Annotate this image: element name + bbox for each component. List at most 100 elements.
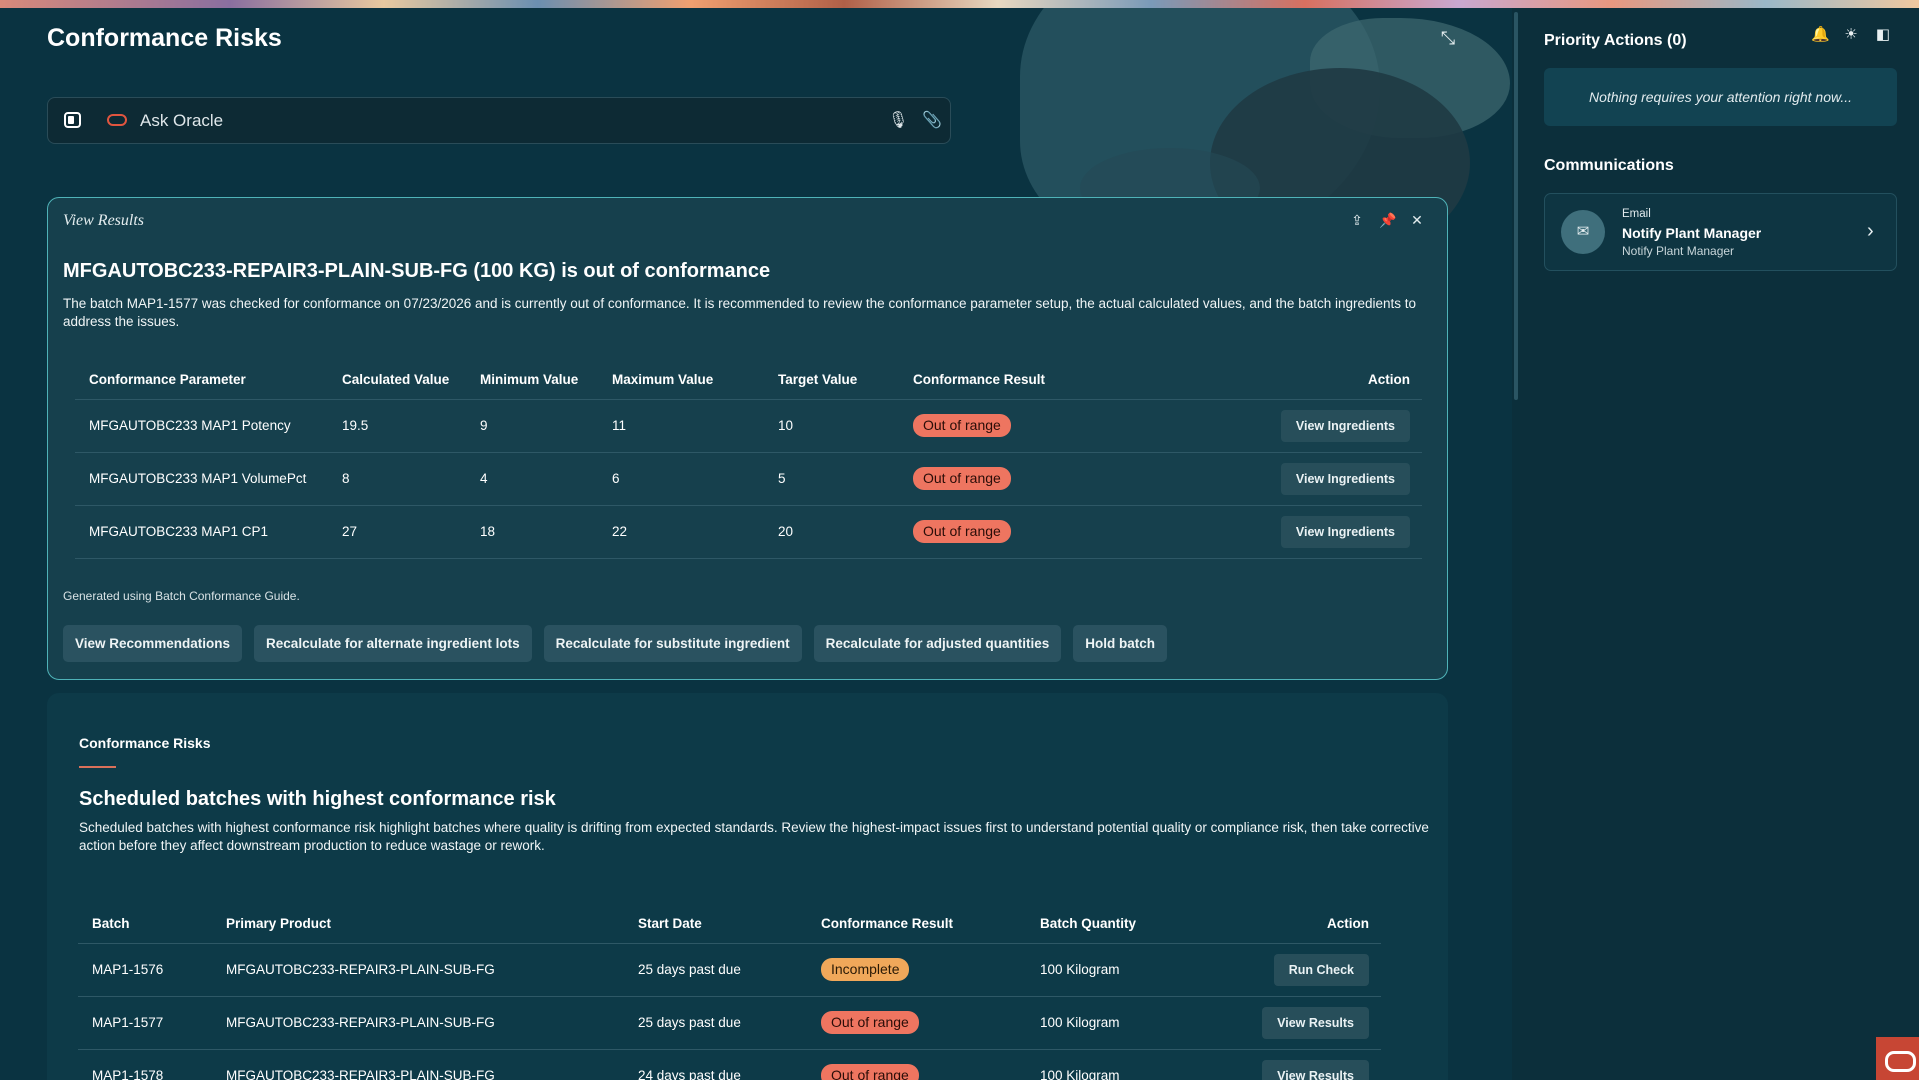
priority-actions-title: Priority Actions (0) <box>1544 32 1687 49</box>
results-description: The batch MAP1-1577 was checked for conf… <box>63 296 1417 329</box>
recalculate-alternate-lots-button[interactable]: Recalculate for alternate ingredient lot… <box>254 625 532 662</box>
panel-title: View Results <box>63 212 145 229</box>
batches-table: Batch Primary Product Start Date Conform… <box>78 905 1381 1080</box>
calculated-cell: 27 <box>328 505 466 559</box>
recalculate-substitute-button[interactable]: Recalculate for substitute ingredient <box>543 625 802 662</box>
oracle-assistant-button[interactable] <box>1876 1037 1919 1080</box>
close-icon[interactable]: ✕ <box>1409 212 1425 228</box>
view-results-panel: View Results ⇪ 📌 ✕ MFGAUTOBC233-REPAIR3-… <box>47 197 1448 680</box>
column-header: Conformance Result <box>899 361 1102 400</box>
column-header: Start Date <box>624 905 807 944</box>
action-cell: View Results <box>1216 1049 1381 1080</box>
product-cell: MFGAUTOBC233-REPAIR3-PLAIN-SUB-FG <box>212 1049 624 1080</box>
target-cell: 20 <box>764 505 899 559</box>
view-recommendations-button[interactable]: View Recommendations <box>63 625 243 662</box>
status-badge: Out of range <box>913 520 1011 543</box>
product-cell: MFGAUTOBC233-REPAIR3-PLAIN-SUB-FG <box>212 943 624 997</box>
communication-card[interactable]: ✉ Email Notify Plant Manager Notify Plan… <box>1544 193 1897 271</box>
share-icon[interactable]: ⇪ <box>1349 212 1365 228</box>
start-date-cell: 25 days past due <box>624 996 807 1050</box>
microphone-icon[interactable]: 🎙 <box>888 110 908 130</box>
minimum-cell: 4 <box>466 452 598 506</box>
collapse-icon[interactable]: ⤡ <box>1436 26 1460 50</box>
maximum-cell: 11 <box>598 399 764 453</box>
table-row: MFGAUTOBC233 MAP1 Potency 19.5 9 11 10 O… <box>75 399 1422 453</box>
view-results-button[interactable]: View Results <box>1262 1006 1369 1039</box>
conformance-parameters-table: Conformance Parameter Calculated Value M… <box>75 361 1422 559</box>
view-ingredients-button[interactable]: View Ingredients <box>1280 409 1410 442</box>
sun-icon[interactable]: ☀ <box>1843 26 1859 44</box>
column-header: Minimum Value <box>466 361 598 400</box>
start-date-cell: 25 days past due <box>624 943 807 997</box>
generated-note: Generated using Batch Conformance Guide. <box>63 589 300 603</box>
panel-toggle-icon[interactable]: ◧ <box>1875 26 1891 44</box>
column-header: Batch <box>78 905 212 944</box>
minimum-cell: 18 <box>466 505 598 559</box>
risks-heading: Scheduled batches with highest conforman… <box>79 788 556 810</box>
table-row: MAP1-1578 MFGAUTOBC233-REPAIR3-PLAIN-SUB… <box>78 1049 1381 1080</box>
table-row: MAP1-1576 MFGAUTOBC233-REPAIR3-PLAIN-SUB… <box>78 943 1381 997</box>
status-badge: Incomplete <box>821 958 910 981</box>
bell-icon[interactable]: 🔔 <box>1811 26 1830 44</box>
action-cell: View Ingredients <box>1102 505 1422 559</box>
calculated-cell: 19.5 <box>328 399 466 453</box>
batch-cell: MAP1-1576 <box>78 943 212 997</box>
communications-title: Communications <box>1544 157 1674 174</box>
view-ingredients-button[interactable]: View Ingredients <box>1280 515 1410 548</box>
batch-cell: MAP1-1577 <box>78 996 212 1050</box>
mail-icon: ✉ <box>1561 210 1605 254</box>
ask-oracle-input[interactable]: Ask Oracle <box>140 111 223 131</box>
decorative-banner <box>0 0 1919 8</box>
right-sidebar: Priority Actions (0) 🔔 ☀ ◧ Nothing requi… <box>1520 8 1919 1080</box>
section-underline <box>79 766 116 768</box>
table-header-row: Conformance Parameter Calculated Value M… <box>75 361 1422 400</box>
quantity-cell: 100 Kilogram <box>1026 943 1216 997</box>
table-row: MFGAUTOBC233 MAP1 VolumePct 8 4 6 5 Out … <box>75 452 1422 506</box>
table-header-row: Batch Primary Product Start Date Conform… <box>78 905 1381 944</box>
result-cell: Out of range <box>807 1049 1026 1080</box>
view-ingredients-button[interactable]: View Ingredients <box>1280 462 1410 495</box>
chevron-right-icon[interactable]: › <box>1867 220 1874 243</box>
column-header: Action <box>1102 361 1422 400</box>
empty-state-message: Nothing requires your attention right no… <box>1544 68 1897 126</box>
oracle-logo-icon <box>107 114 127 126</box>
ask-oracle-bar[interactable]: Ask Oracle 🎙 📎 <box>47 97 951 144</box>
column-header: Primary Product <box>212 905 624 944</box>
status-badge: Out of range <box>821 1011 919 1034</box>
section-label: Conformance Risks <box>79 735 211 751</box>
result-cell: Out of range <box>899 452 1102 506</box>
table-row: MAP1-1577 MFGAUTOBC233-REPAIR3-PLAIN-SUB… <box>78 996 1381 1050</box>
quantity-cell: 100 Kilogram <box>1026 996 1216 1050</box>
column-header: Target Value <box>764 361 899 400</box>
panel-toggle-icon[interactable] <box>64 112 81 128</box>
status-badge: Out of range <box>913 467 1011 490</box>
hold-batch-button[interactable]: Hold batch <box>1073 625 1167 662</box>
action-cell: View Ingredients <box>1102 452 1422 506</box>
attachment-icon[interactable]: 📎 <box>922 110 942 130</box>
view-results-button[interactable]: View Results <box>1262 1059 1369 1080</box>
target-cell: 5 <box>764 452 899 506</box>
result-cell: Out of range <box>899 505 1102 559</box>
recalculate-quantities-button[interactable]: Recalculate for adjusted quantities <box>813 625 1062 662</box>
action-cell: View Ingredients <box>1102 399 1422 453</box>
parameter-cell: MFGAUTOBC233 MAP1 VolumePct <box>75 452 328 506</box>
action-cell: Run Check <box>1216 943 1381 997</box>
communication-subtitle: Notify Plant Manager <box>1622 244 1735 258</box>
result-cell: Out of range <box>807 996 1026 1050</box>
run-check-button[interactable]: Run Check <box>1273 953 1369 986</box>
status-badge: Out of range <box>821 1064 919 1080</box>
pin-icon[interactable]: 📌 <box>1379 212 1396 228</box>
column-header: Conformance Parameter <box>75 361 328 400</box>
sidebar-toolbar: 🔔 ☀ ◧ <box>1811 26 1891 44</box>
page-title: Conformance Risks <box>47 24 282 52</box>
column-header: Action <box>1216 905 1381 944</box>
start-date-cell: 24 days past due <box>624 1049 807 1080</box>
product-cell: MFGAUTOBC233-REPAIR3-PLAIN-SUB-FG <box>212 996 624 1050</box>
results-heading: MFGAUTOBC233-REPAIR3-PLAIN-SUB-FG (100 K… <box>63 260 771 282</box>
recommendation-actions: View Recommendations Recalculate for alt… <box>63 625 1167 662</box>
result-cell: Out of range <box>899 399 1102 453</box>
parameter-cell: MFGAUTOBC233 MAP1 CP1 <box>75 505 328 559</box>
main-content: Conformance Risks ⤡ Ask Oracle 🎙 📎 View … <box>0 8 1512 1080</box>
scrollbar-thumb[interactable] <box>1514 12 1518 400</box>
maximum-cell: 22 <box>598 505 764 559</box>
